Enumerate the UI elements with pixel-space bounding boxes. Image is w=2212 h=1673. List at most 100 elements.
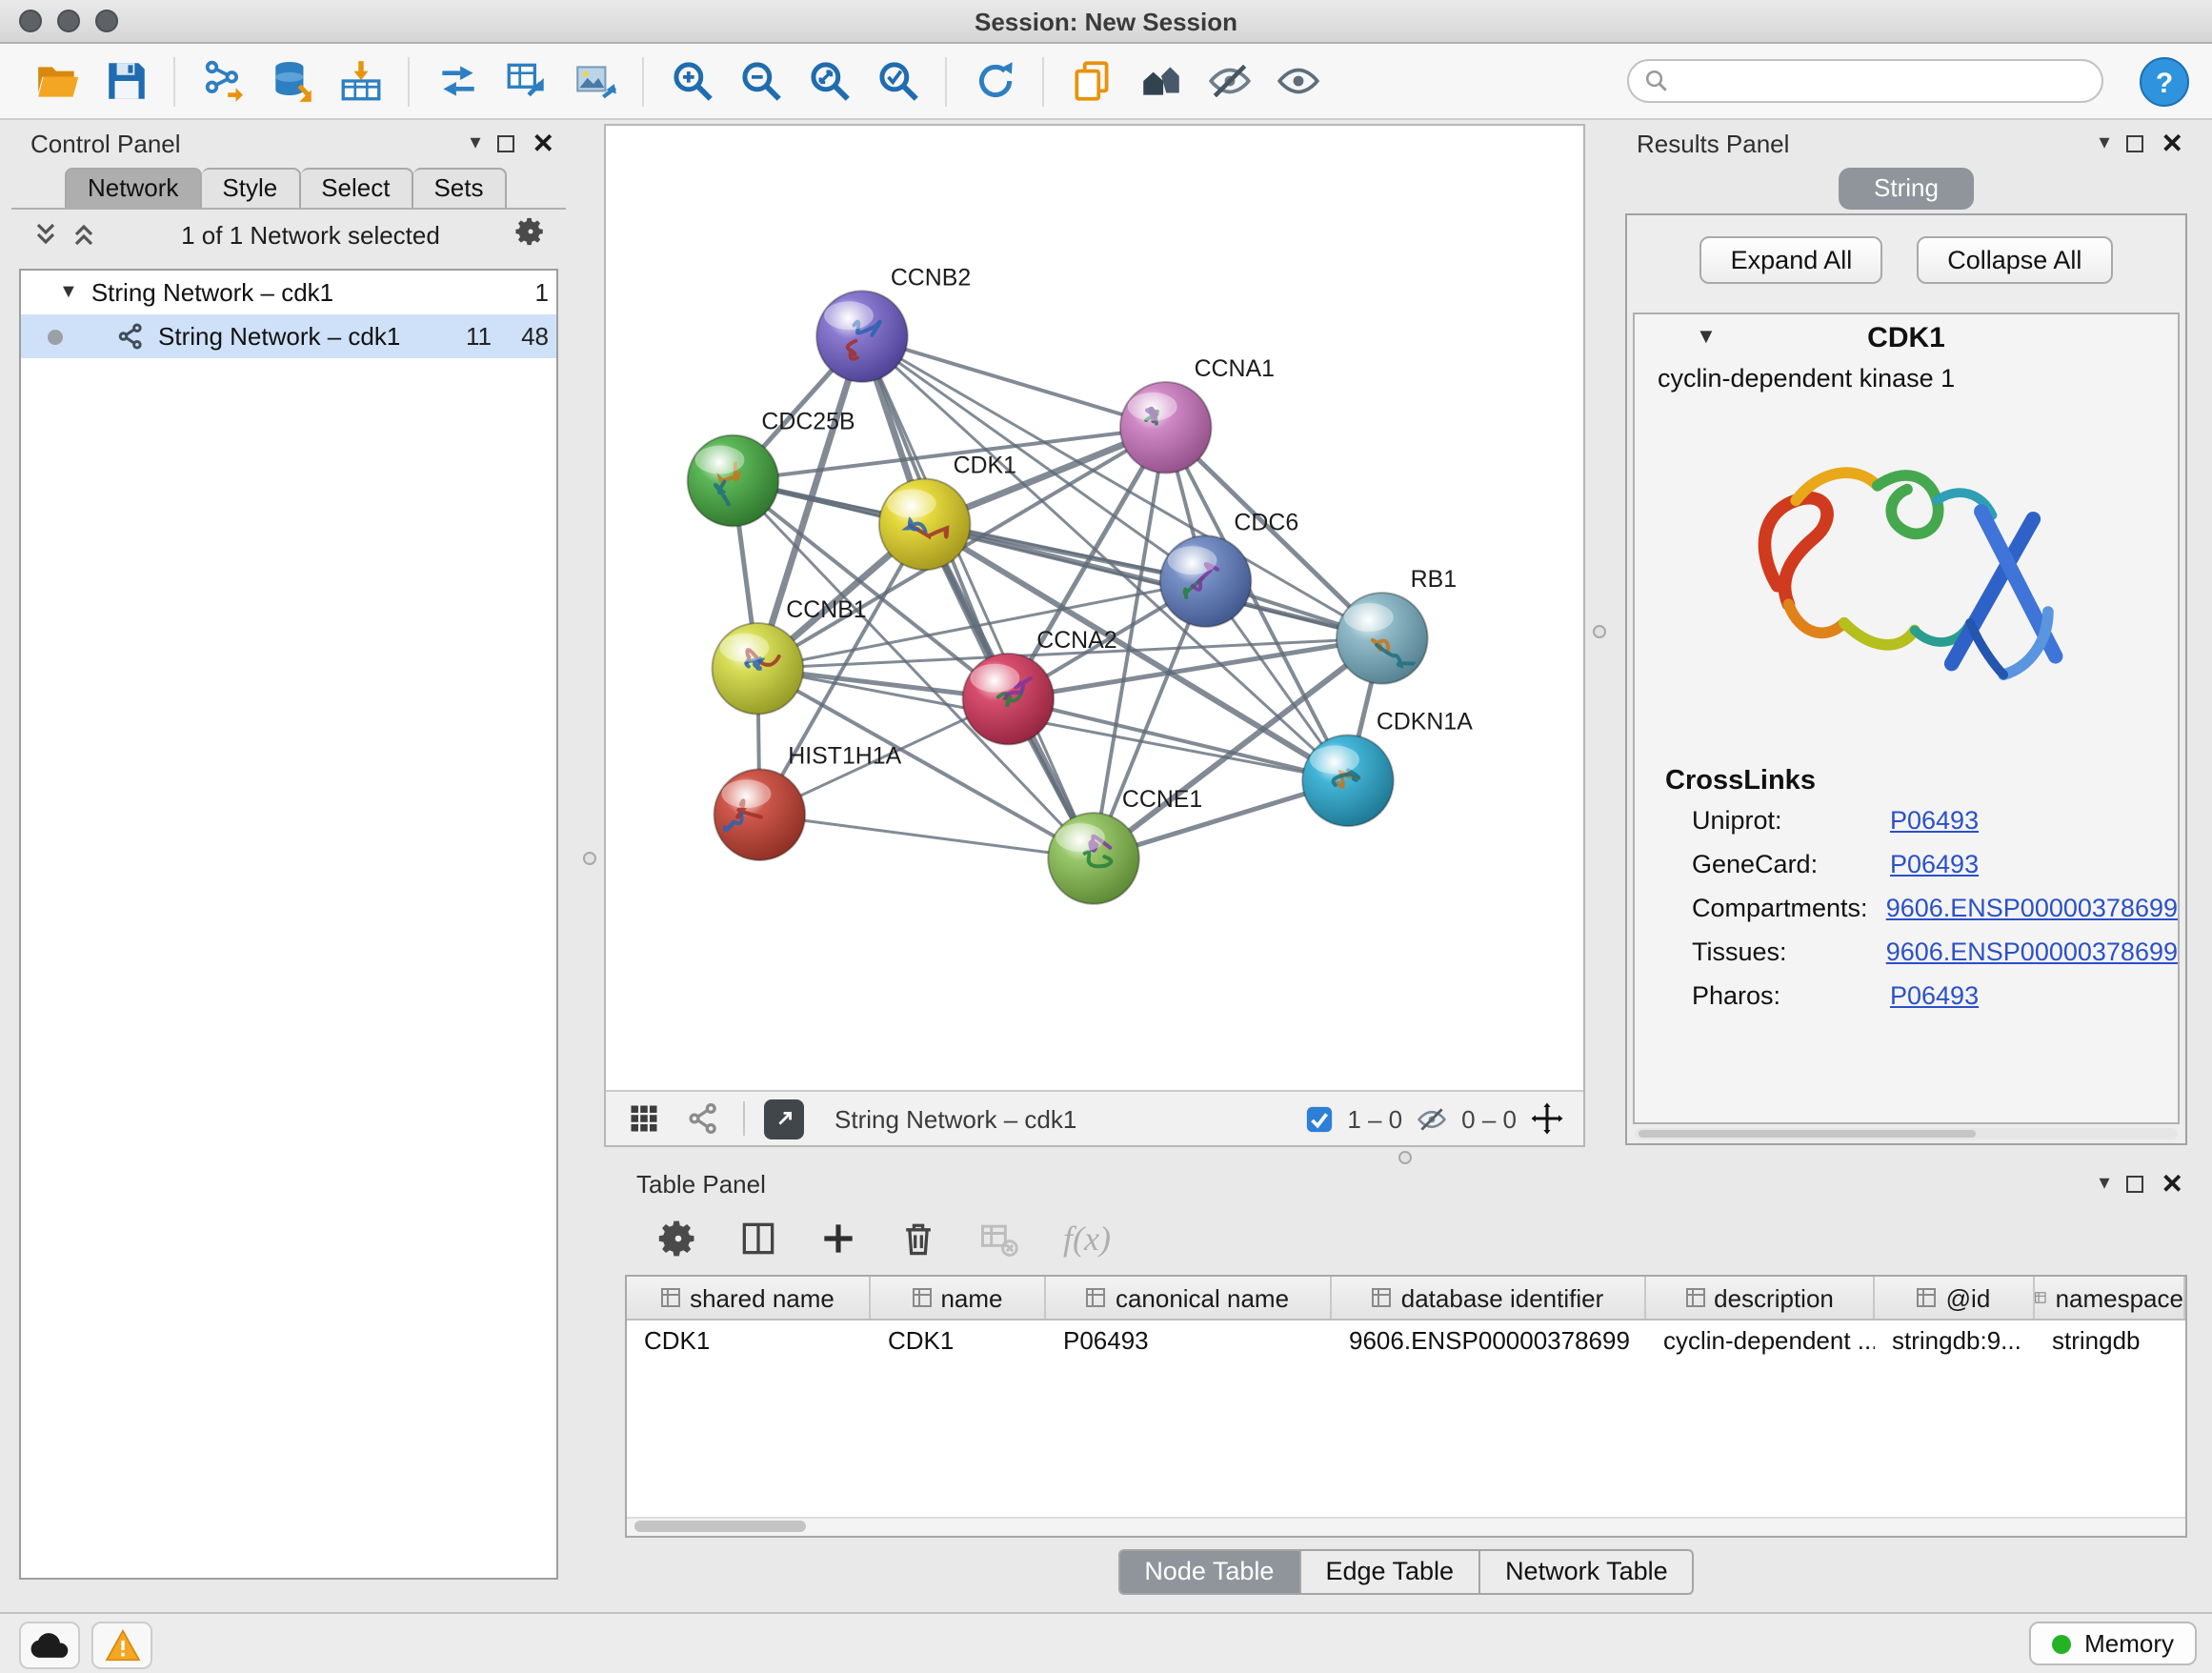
string-results-tab[interactable]: String xyxy=(1838,168,1975,210)
expand-all-icon[interactable] xyxy=(69,219,99,250)
refresh-view-button[interactable] xyxy=(962,50,1027,111)
selected-checkbox-icon[interactable] xyxy=(1305,1104,1334,1133)
column-header[interactable]: name xyxy=(871,1277,1046,1319)
help-button[interactable]: ? xyxy=(2138,55,2191,109)
merge-networks-button[interactable] xyxy=(425,50,490,111)
memory-button[interactable]: Memory xyxy=(2029,1622,2197,1665)
network-edge-CCNB2-CCNE1[interactable] xyxy=(862,336,1094,858)
splitter-handle[interactable] xyxy=(1398,1151,1412,1164)
panel-collapse-icon[interactable]: ▾ xyxy=(2099,132,2109,153)
panel-close-icon[interactable]: ✕ xyxy=(533,130,554,156)
table-row[interactable]: CDK1 CDK1 P06493 9606.ENSP00000378699 cy… xyxy=(627,1320,2185,1361)
create-column-button[interactable] xyxy=(812,1212,865,1265)
panel-float-icon[interactable] xyxy=(498,134,515,151)
import-network-database-button[interactable] xyxy=(259,50,324,111)
cloud-status-button[interactable] xyxy=(19,1622,80,1669)
collapse-all-icon[interactable] xyxy=(30,219,61,250)
minimize-window-button[interactable] xyxy=(57,10,80,32)
share-icon xyxy=(686,1101,720,1136)
zoom-selected-button[interactable] xyxy=(865,50,930,111)
network-node-HIST1H1A[interactable]: HIST1H1A xyxy=(714,742,902,860)
tab-edge-table[interactable]: Edge Table xyxy=(1300,1549,1480,1595)
network-row[interactable]: String Network – cdk1 11 48 xyxy=(21,314,556,358)
panel-close-icon[interactable]: ✕ xyxy=(2162,1170,2183,1197)
column-header[interactable]: canonical name xyxy=(1046,1277,1332,1319)
new-network-from-selection-button[interactable] xyxy=(493,50,558,111)
network-options-button[interactable] xyxy=(514,215,547,253)
hidden-eye-icon[interactable] xyxy=(1416,1102,1448,1135)
tree-expand-icon[interactable]: ▼ xyxy=(59,282,78,303)
network-collection-row[interactable]: ▼ String Network – cdk1 1 xyxy=(21,271,556,314)
crosslink-link[interactable]: P06493 xyxy=(1890,981,1979,1010)
network-node-RB1[interactable]: RB1 xyxy=(1337,566,1457,684)
network-node-CCNB1[interactable]: CCNB1 xyxy=(713,596,867,715)
panel-collapse-icon[interactable]: ▾ xyxy=(2099,1173,2109,1194)
zoom-window-button[interactable] xyxy=(95,10,118,32)
panel-float-icon[interactable] xyxy=(2127,134,2144,151)
network-node-CDKN1A[interactable]: CDKN1A xyxy=(1302,709,1473,827)
tab-select[interactable]: Select xyxy=(300,168,412,208)
network-canvas[interactable]: CCNB2CCNA1CDC25BCDK1CDC6RB1CCNB1CCNA2CDK… xyxy=(606,126,1583,1092)
copy-annotation-button[interactable] xyxy=(1059,50,1124,111)
show-all-button[interactable] xyxy=(1265,50,1330,111)
network-overview-button[interactable] xyxy=(682,1098,724,1139)
zoom-out-button[interactable] xyxy=(728,50,793,111)
import-table-file-button[interactable] xyxy=(328,50,392,111)
protein-card-header[interactable]: ▼ CDK1 xyxy=(1635,314,2178,362)
tab-style[interactable]: Style xyxy=(201,168,300,208)
crosslink-link[interactable]: P06493 xyxy=(1890,806,1979,835)
column-header[interactable]: namespace xyxy=(2035,1277,2185,1319)
birds-eye-view-button[interactable] xyxy=(1128,50,1193,111)
column-header[interactable]: description xyxy=(1646,1277,1875,1319)
splitter-handle[interactable] xyxy=(1593,625,1606,638)
delete-column-button[interactable] xyxy=(892,1212,945,1265)
table-header-row: shared name name canonical name database… xyxy=(627,1277,2185,1320)
network-view-toolbar: String Network – cdk1 1 – 0 0 – 0 xyxy=(606,1090,1583,1145)
grid-view-button[interactable] xyxy=(623,1098,665,1139)
cell-canonical-name: P06493 xyxy=(1046,1326,1332,1355)
show-columns-button[interactable] xyxy=(732,1212,785,1265)
network-edge-HIST1H1A-CCNE1[interactable] xyxy=(759,815,1094,858)
network-edge-CDK1-RB1[interactable] xyxy=(925,524,1382,638)
network-node-CDC6[interactable]: CDC6 xyxy=(1160,509,1298,627)
expand-all-button[interactable]: Expand All xyxy=(1700,236,1883,284)
network-node-CDK1[interactable]: CDK1 xyxy=(879,453,1016,571)
collapse-section-icon[interactable]: ▼ xyxy=(1696,326,1717,349)
collapse-all-button[interactable]: Collapse All xyxy=(1917,236,2112,284)
move-crosshair-icon[interactable] xyxy=(1530,1101,1564,1136)
save-session-button[interactable] xyxy=(93,50,158,111)
import-network-file-button[interactable] xyxy=(191,50,255,111)
search-input[interactable] xyxy=(1680,65,2101,97)
close-window-button[interactable] xyxy=(19,10,42,32)
tab-network[interactable]: Network xyxy=(65,168,201,208)
network-node-CCNA1[interactable]: CCNA1 xyxy=(1120,355,1275,474)
panel-close-icon[interactable]: ✕ xyxy=(2162,130,2183,156)
open-session-button[interactable] xyxy=(25,50,90,111)
results-horizontal-scrollbar[interactable] xyxy=(1635,1128,2178,1139)
export-image-button[interactable] xyxy=(562,50,627,111)
network-node-CCNB2[interactable]: CCNB2 xyxy=(816,264,971,382)
splitter-handle[interactable] xyxy=(583,852,596,865)
crosslink-link[interactable]: P06493 xyxy=(1890,850,1979,878)
column-header[interactable]: @id xyxy=(1875,1277,2035,1319)
table-options-button[interactable] xyxy=(652,1212,705,1265)
crosslink-link[interactable]: 9606.ENSP00000378699 xyxy=(1886,894,2178,922)
zoom-fit-button[interactable] xyxy=(796,50,861,111)
panel-collapse-icon[interactable]: ▾ xyxy=(470,132,480,153)
column-header[interactable]: database identifier xyxy=(1332,1277,1646,1319)
warnings-button[interactable] xyxy=(91,1622,152,1669)
panel-float-icon[interactable] xyxy=(2127,1175,2144,1192)
column-header[interactable]: shared name xyxy=(627,1277,871,1319)
tab-node-table[interactable]: Node Table xyxy=(1117,1549,1300,1595)
network-node-CCNE1[interactable]: CCNE1 xyxy=(1048,786,1202,904)
crosslink-link[interactable]: 9606.ENSP00000378699 xyxy=(1886,937,2178,966)
tab-network-table[interactable]: Network Table xyxy=(1480,1549,1695,1595)
tab-sets[interactable]: Sets xyxy=(412,168,506,208)
table-horizontal-scrollbar[interactable] xyxy=(627,1517,2185,1536)
detach-view-button[interactable] xyxy=(764,1099,804,1139)
search-box[interactable] xyxy=(1627,59,2103,103)
zoom-in-button[interactable] xyxy=(659,50,724,111)
hide-selected-button[interactable] xyxy=(1196,50,1261,111)
network-edge-CCNB2-CCNA1[interactable] xyxy=(862,336,1166,428)
protein-card: ▼ CDK1 cyclin-dependent kinase 1 xyxy=(1633,312,2180,1124)
